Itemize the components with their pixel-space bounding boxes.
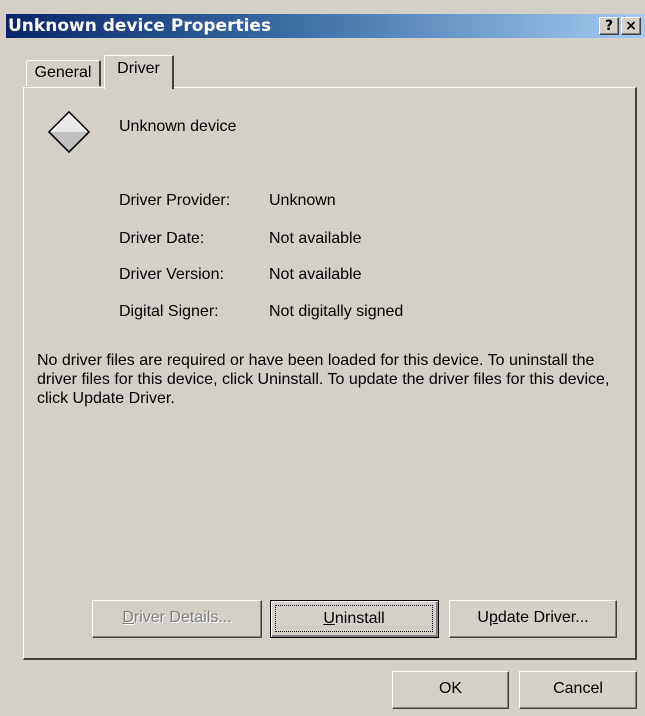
uninstall-label: ninstall (334, 610, 385, 627)
driver-details-label: river Details... (133, 609, 232, 626)
digital-signer-value: Not digitally signed (269, 303, 404, 320)
driver-info-message: No driver files are required or have bee… (37, 352, 610, 407)
properties-dialog: Unknown device Properties ? × General Dr… (0, 0, 645, 716)
tab-general[interactable]: General (26, 60, 101, 86)
ok-button[interactable]: OK (392, 671, 509, 709)
uninstall-button[interactable]: Uninstall (270, 600, 439, 638)
driver-version-row: Driver Version: Not available (119, 266, 362, 284)
driver-version-value: Not available (269, 266, 362, 283)
unknown-device-icon (47, 110, 91, 154)
focus-rectangle: Uninstall (275, 605, 433, 632)
tab-driver[interactable]: Driver (104, 55, 174, 89)
driver-provider-label: Driver Provider: (119, 192, 231, 209)
close-button[interactable]: × (621, 17, 641, 35)
update-driver-mnemonic: p (488, 609, 498, 626)
driver-provider-row: Driver Provider: Unknown (119, 192, 336, 210)
driver-details-mnemonic: D (122, 609, 134, 626)
window-title: Unknown device Properties (8, 16, 272, 36)
update-driver-label: date Driver... (497, 609, 589, 626)
help-button[interactable]: ? (599, 17, 619, 35)
driver-date-label: Driver Date: (119, 230, 205, 247)
driver-details-button[interactable]: Driver Details... (92, 600, 262, 638)
cancel-button[interactable]: Cancel (519, 671, 637, 709)
update-driver-button[interactable]: Update Driver... (449, 600, 617, 638)
device-name: Unknown device (119, 118, 237, 135)
digital-signer-label: Digital Signer: (119, 303, 219, 320)
driver-provider-value: Unknown (269, 192, 336, 209)
driver-version-label: Driver Version: (119, 266, 224, 283)
driver-date-row: Driver Date: Not available (119, 230, 362, 248)
driver-date-value: Not available (269, 230, 362, 247)
update-driver-prefix: U (477, 609, 489, 626)
uninstall-mnemonic: U (323, 610, 335, 627)
title-bar[interactable]: Unknown device Properties ? × (6, 14, 645, 38)
digital-signer-row: Digital Signer: Not digitally signed (119, 303, 403, 321)
